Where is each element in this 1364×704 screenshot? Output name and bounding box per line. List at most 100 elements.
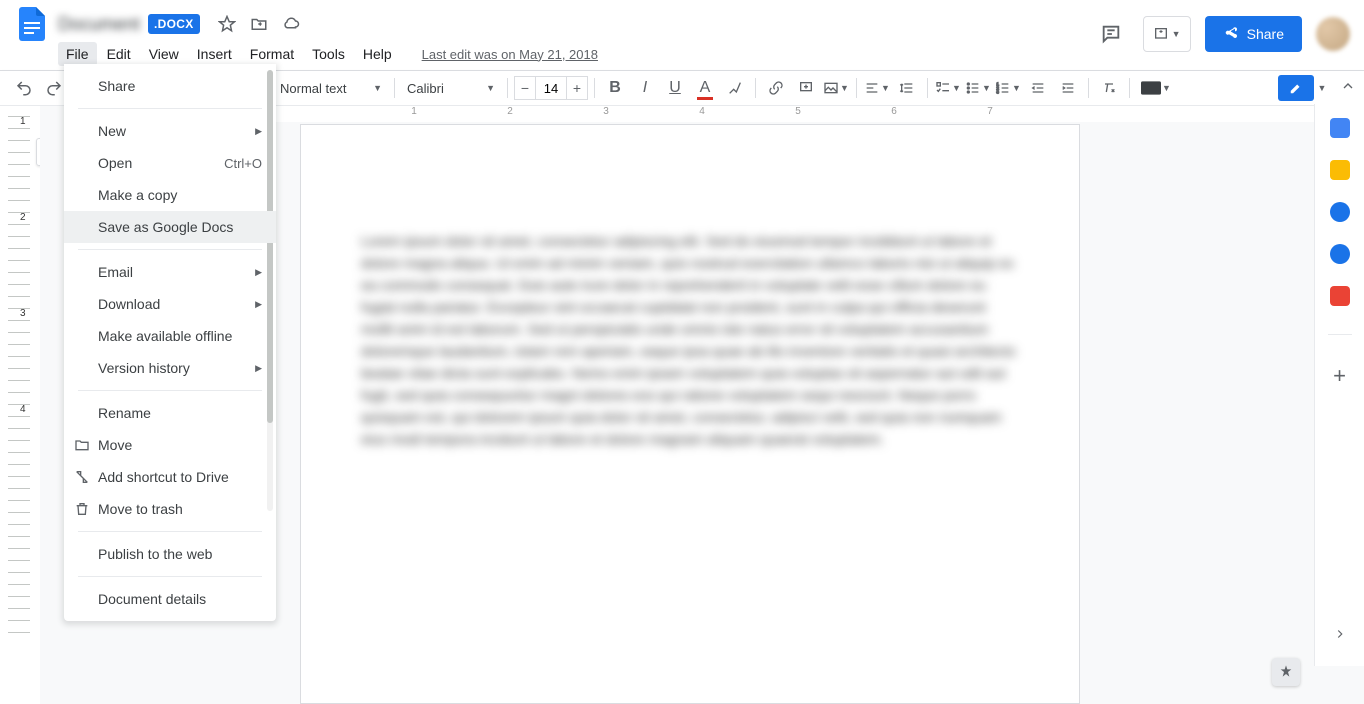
present-button[interactable]: ▼ [1143, 16, 1191, 52]
indent-increase-button[interactable] [1054, 74, 1082, 102]
indent-decrease-button[interactable] [1024, 74, 1052, 102]
file-menu-item[interactable]: Version history ▶ [64, 352, 276, 384]
menu-insert[interactable]: Insert [189, 42, 240, 66]
input-tools-button[interactable]: ▼ [1136, 74, 1176, 102]
underline-button[interactable]: U [661, 74, 689, 102]
insert-comment-button[interactable] [792, 74, 820, 102]
file-menu-dropdown: Share New ▶ Open Ctrl+O Make a copy Save as Go… [64, 64, 276, 621]
submenu-arrow-icon: ▶ [255, 267, 262, 278]
submenu-arrow-icon: ▶ [255, 299, 262, 310]
menu-item-label: New [98, 123, 126, 139]
file-menu-item[interactable]: Rename [64, 397, 276, 429]
file-menu-item[interactable]: Move [64, 429, 276, 461]
menu-tools[interactable]: Tools [304, 42, 353, 66]
menu-item-label: Move to trash [98, 501, 183, 517]
submenu-arrow-icon: ▶ [255, 126, 262, 137]
menu-edit[interactable]: Edit [99, 42, 139, 66]
share-button[interactable]: Share [1205, 16, 1302, 52]
maps-addon-icon[interactable] [1330, 286, 1350, 306]
menu-item-label: Add shortcut to Drive [98, 469, 229, 485]
format-badge: .DOCX [148, 14, 200, 34]
insert-link-button[interactable] [762, 74, 790, 102]
file-menu-item[interactable]: Add shortcut to Drive [64, 461, 276, 493]
shortcut-label: Ctrl+O [224, 156, 262, 171]
undo-button[interactable] [10, 74, 38, 102]
align-button[interactable]: ▼ [863, 74, 891, 102]
svg-text:3: 3 [996, 89, 999, 94]
menu-view[interactable]: View [141, 42, 187, 66]
keep-addon-icon[interactable] [1330, 160, 1350, 180]
file-menu-item[interactable]: Email ▶ [64, 256, 276, 288]
calendar-addon-icon[interactable] [1330, 118, 1350, 138]
menu-item-label: Move [98, 437, 132, 453]
file-menu-item[interactable]: Make available offline [64, 320, 276, 352]
menu-item-label: Make available offline [98, 328, 232, 344]
font-size-increase[interactable]: + [566, 76, 588, 100]
hide-sidepanel-button[interactable] [1333, 627, 1347, 646]
paragraph-style-select[interactable]: Normal text▼ [268, 75, 388, 101]
file-menu-item[interactable]: Download ▶ [64, 288, 276, 320]
menu-item-label: Email [98, 264, 133, 280]
trash-icon [74, 501, 90, 517]
font-label: Calibri [407, 81, 444, 96]
folder-icon [74, 437, 90, 453]
file-menu-item[interactable]: Publish to the web [64, 538, 276, 570]
menu-item-label: Document details [98, 591, 206, 607]
menu-file[interactable]: File [58, 42, 97, 66]
tasks-addon-icon[interactable] [1330, 202, 1350, 222]
file-menu-item[interactable]: Save as Google Docs [64, 211, 276, 243]
menu-item-label: Rename [98, 405, 151, 421]
italic-button[interactable]: I [631, 74, 659, 102]
horizontal-ruler: 1234567 [265, 106, 1364, 122]
shortcut-icon [74, 469, 90, 485]
menu-item-label: Publish to the web [98, 546, 212, 562]
move-folder-icon[interactable] [250, 15, 268, 33]
text-color-button[interactable]: A [691, 74, 719, 102]
font-size-decrease[interactable]: − [514, 76, 536, 100]
get-addons-button[interactable]: + [1333, 363, 1346, 389]
docs-logo[interactable] [12, 4, 52, 44]
collapse-toolbar-button[interactable] [1340, 78, 1356, 99]
file-menu-item[interactable]: New ▶ [64, 115, 276, 147]
file-menu-item[interactable]: Move to trash [64, 493, 276, 525]
checklist-button[interactable]: ▼ [934, 74, 962, 102]
last-edit-link[interactable]: Last edit was on May 21, 2018 [422, 47, 598, 62]
font-select[interactable]: Calibri▼ [401, 75, 501, 101]
insert-image-button[interactable]: ▼ [822, 74, 850, 102]
file-menu-item[interactable]: Open Ctrl+O [64, 147, 276, 179]
share-label: Share [1247, 26, 1284, 42]
numbered-list-button[interactable]: 123▼ [994, 74, 1022, 102]
body-text[interactable]: Lorem ipsum dolor sit amet, consectetur … [361, 230, 1019, 450]
font-size-value[interactable]: 14 [536, 76, 566, 100]
menu-help[interactable]: Help [355, 42, 400, 66]
menu-item-label: Download [98, 296, 160, 312]
account-avatar[interactable] [1316, 17, 1350, 51]
menu-item-label: Make a copy [98, 187, 177, 203]
highlight-button[interactable] [721, 74, 749, 102]
paragraph-style-label: Normal text [280, 81, 346, 96]
menu-item-label: Version history [98, 360, 190, 376]
comment-history-button[interactable] [1093, 16, 1129, 52]
cloud-icon[interactable] [282, 15, 300, 33]
vertical-ruler-numbers: 1234 [20, 116, 26, 415]
side-panel: + [1314, 104, 1364, 666]
explore-button[interactable] [1272, 658, 1300, 686]
menu-item-label: Share [98, 78, 135, 94]
bullet-list-button[interactable]: ▼ [964, 74, 992, 102]
document-page[interactable]: Lorem ipsum dolor sit amet, consectetur … [300, 124, 1080, 704]
menu-item-label: Save as Google Docs [98, 219, 233, 235]
editing-mode-button[interactable] [1278, 75, 1314, 101]
menu-format[interactable]: Format [242, 42, 302, 66]
line-spacing-button[interactable] [893, 74, 921, 102]
submenu-arrow-icon: ▶ [255, 363, 262, 374]
menu-item-label: Open [98, 155, 132, 171]
clear-formatting-button[interactable] [1095, 74, 1123, 102]
bold-button[interactable]: B [601, 74, 629, 102]
contacts-addon-icon[interactable] [1330, 244, 1350, 264]
doc-title[interactable]: Document [58, 14, 140, 35]
star-icon[interactable] [218, 15, 236, 33]
file-menu-item[interactable]: Share [64, 70, 276, 102]
editing-mode-dropdown[interactable]: ▼ [1316, 75, 1328, 101]
file-menu-item[interactable]: Make a copy [64, 179, 276, 211]
file-menu-item[interactable]: Document details [64, 583, 276, 615]
